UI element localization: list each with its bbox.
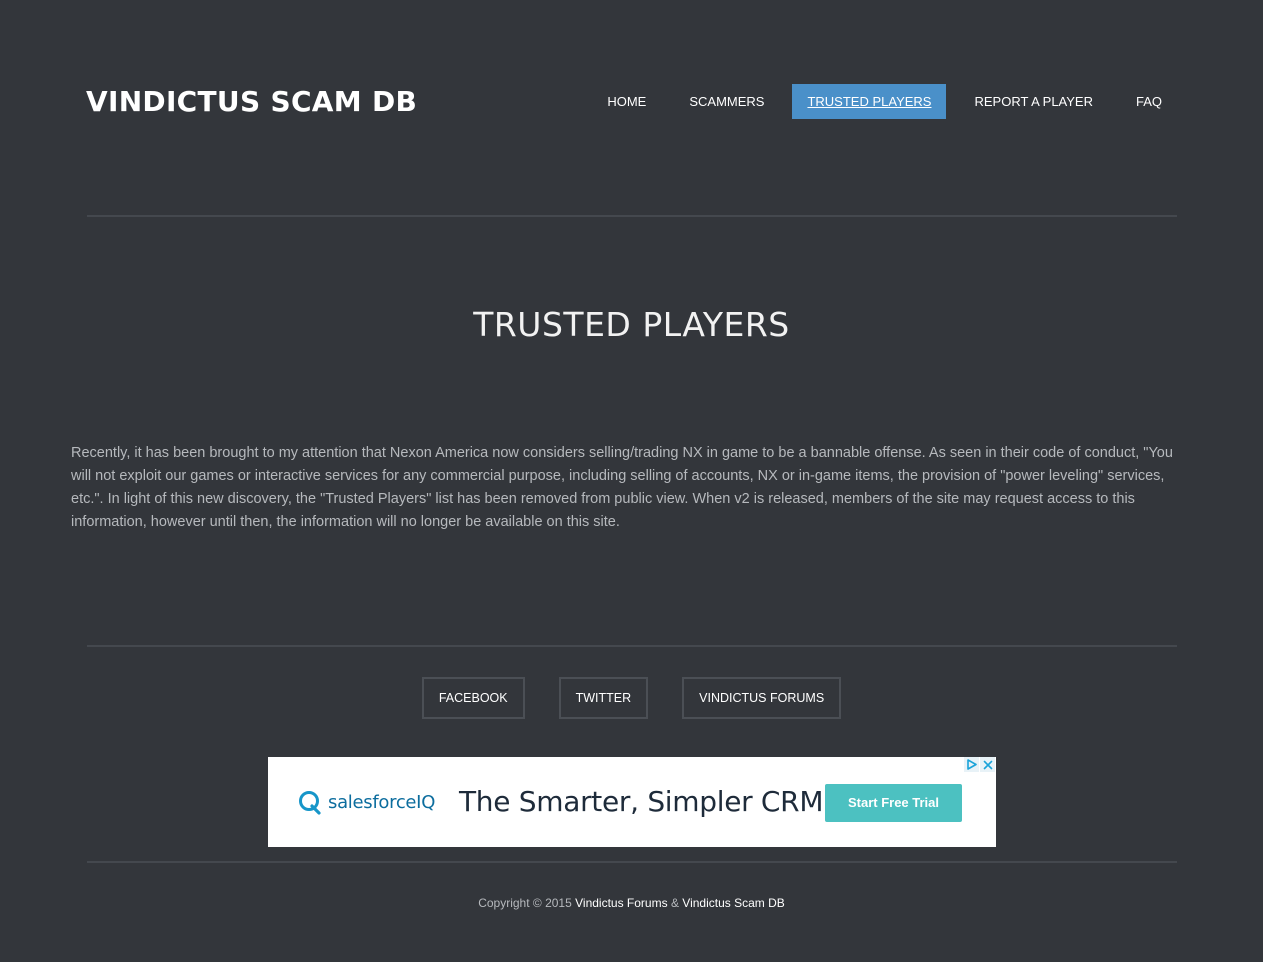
main-nav: HOME SCAMMERS TRUSTED PLAYERS REPORT A P… <box>579 84 1177 119</box>
nav-home[interactable]: HOME <box>592 84 661 119</box>
ad-start-trial-button[interactable]: Start Free Trial <box>825 784 962 822</box>
ad-brand: salesforceIQ <box>328 792 436 813</box>
vindictus-forums-button[interactable]: VINDICTUS FORUMS <box>682 677 842 719</box>
page-title: TRUSTED PLAYERS <box>473 305 790 344</box>
copyright-separator: & <box>670 896 679 910</box>
adchoices-icon[interactable] <box>964 757 979 772</box>
salesforceiq-logo-icon <box>299 791 321 815</box>
nav-faq[interactable]: FAQ <box>1121 84 1177 119</box>
nav-report-a-player[interactable]: REPORT A PLAYER <box>959 84 1108 119</box>
copyright-prefix: Copyright © 2015 <box>478 896 572 910</box>
close-icon[interactable] <box>980 757 995 772</box>
footer-divider-top <box>87 645 1177 647</box>
social-links: FACEBOOK TWITTER VINDICTUS FORUMS <box>0 677 1263 719</box>
copyright-link-scamdb[interactable]: Vindictus Scam DB <box>682 896 785 910</box>
ad-banner[interactable]: salesforceIQ The Smarter, Simpler CRM St… <box>268 757 996 847</box>
notice-paragraph: Recently, it has been brought to my atte… <box>71 445 1173 530</box>
ad-headline: The Smarter, Simpler CRM <box>459 785 824 818</box>
facebook-button[interactable]: FACEBOOK <box>421 677 525 719</box>
ad-logo: salesforceIQ <box>298 790 435 816</box>
copyright: Copyright © 2015 Vindictus Forums & Vind… <box>0 895 1263 911</box>
nav-trusted-players[interactable]: TRUSTED PLAYERS <box>792 84 947 119</box>
copyright-link-forums[interactable]: Vindictus Forums <box>575 896 667 910</box>
twitter-button[interactable]: TWITTER <box>558 677 649 719</box>
site-title[interactable]: VINDICTUS SCAM DB <box>86 84 417 120</box>
nav-scammers[interactable]: SCAMMERS <box>674 84 779 119</box>
header-divider <box>87 215 1177 217</box>
footer-divider-bottom <box>87 861 1177 863</box>
